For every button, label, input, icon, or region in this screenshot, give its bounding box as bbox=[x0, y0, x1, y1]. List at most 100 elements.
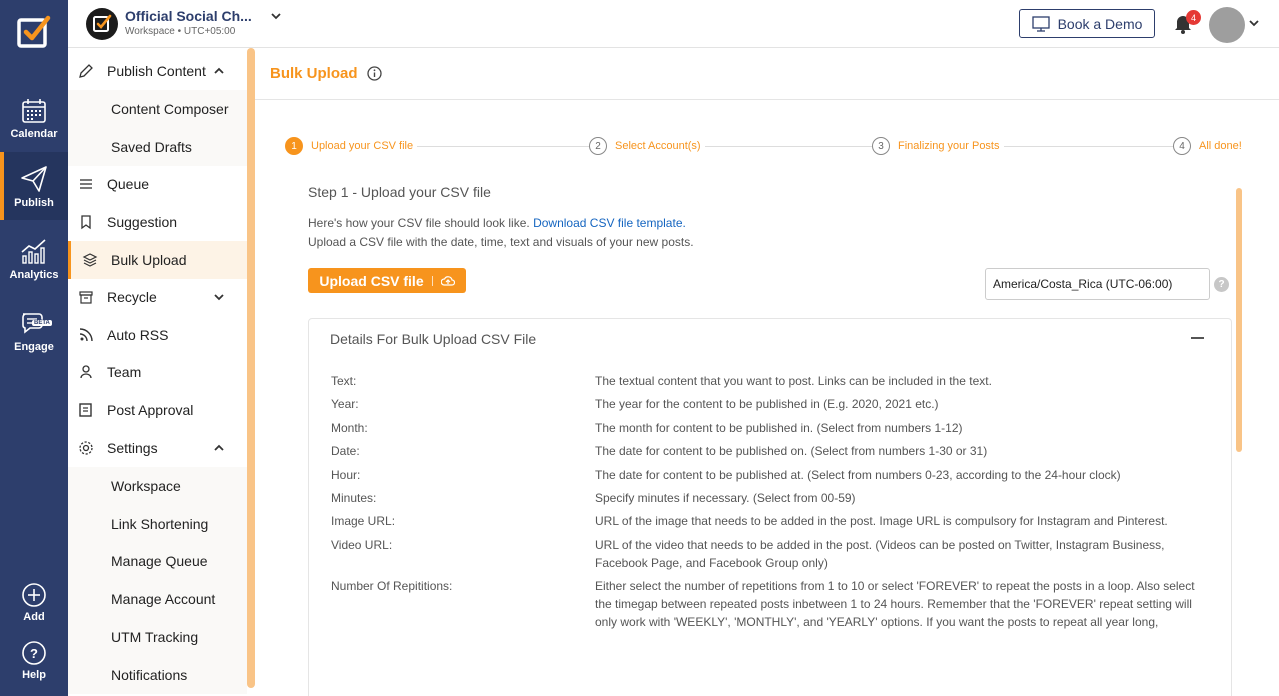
chevron-down-icon[interactable] bbox=[1248, 17, 1260, 29]
sidebar-item-manage-queue[interactable]: Manage Queue bbox=[68, 542, 247, 580]
demo-icon bbox=[1031, 15, 1050, 32]
archive-icon bbox=[79, 291, 93, 304]
sidebar-item-queue[interactable]: Queue bbox=[68, 165, 247, 203]
sidebar-item-saved-drafts[interactable]: Saved Drafts bbox=[68, 128, 247, 166]
field-label: Image URL: bbox=[331, 514, 396, 528]
list-icon bbox=[80, 179, 92, 189]
gear-icon bbox=[79, 441, 93, 455]
field-desc: URL of the image that needs to be added … bbox=[595, 514, 1168, 528]
step-upload-csv[interactable]: 1 Upload your CSV file bbox=[285, 137, 418, 155]
rss-icon bbox=[79, 328, 93, 342]
rail-label: Calendar bbox=[10, 127, 58, 140]
step-all-done[interactable]: 4 All done! bbox=[1173, 137, 1246, 155]
approval-icon bbox=[79, 403, 92, 417]
stepper-line bbox=[295, 146, 1245, 147]
chevron-up-icon bbox=[214, 67, 224, 74]
sidebar-item-utm-tracking[interactable]: UTM Tracking bbox=[68, 618, 247, 656]
pencil-icon bbox=[79, 64, 93, 78]
sidebar-item-content-composer[interactable]: Content Composer bbox=[68, 90, 247, 128]
divider bbox=[255, 99, 1279, 100]
help-circle-icon: ? bbox=[22, 640, 46, 665]
help-text: Here's how your CSV file should look lik… bbox=[308, 216, 686, 230]
beta-badge: BETA bbox=[32, 320, 52, 326]
svg-text:?: ? bbox=[30, 646, 38, 661]
csv-details-panel: Details For Bulk Upload CSV File Text: T… bbox=[308, 318, 1232, 696]
field-desc: The date for content to be published on.… bbox=[595, 444, 988, 458]
sidebar-item-bulk-upload[interactable]: Bulk Upload bbox=[68, 241, 247, 279]
field-label: Month: bbox=[331, 421, 368, 435]
book-demo-button[interactable]: Book a Demo bbox=[1019, 9, 1155, 38]
field-desc: The month for content to be published in… bbox=[595, 421, 963, 435]
field-desc: The textual content that you want to pos… bbox=[595, 374, 992, 388]
paper-plane-icon bbox=[21, 165, 47, 192]
timezone-help-icon[interactable]: ? bbox=[1214, 277, 1229, 292]
field-label: Hour: bbox=[331, 468, 361, 482]
help-text-2: Upload a CSV file with the date, time, t… bbox=[308, 235, 694, 249]
rail-item-analytics[interactable]: Analytics bbox=[0, 224, 68, 292]
plus-circle-icon bbox=[22, 582, 46, 607]
rail-label: Help bbox=[22, 668, 46, 681]
field-label: Number Of Repititions: bbox=[331, 579, 453, 593]
sidebar-item-settings[interactable]: Settings bbox=[68, 429, 247, 467]
step-finalizing-posts[interactable]: 3 Finalizing your Posts bbox=[872, 137, 1004, 155]
details-title: Details For Bulk Upload CSV File bbox=[330, 331, 537, 347]
timezone-select[interactable]: America/Costa_Rica (UTC-06:00) bbox=[985, 268, 1210, 300]
workspace-avatar[interactable] bbox=[86, 8, 118, 40]
sidebar-item-recycle[interactable]: Recycle bbox=[68, 278, 247, 316]
field-desc: Specify minutes if necessary. (Select fr… bbox=[595, 491, 856, 505]
sidebar-item-manage-account[interactable]: Manage Account bbox=[68, 580, 247, 618]
rail-item-publish[interactable]: Publish bbox=[0, 152, 68, 220]
layers-icon bbox=[82, 253, 98, 267]
sidebar-item-auto-rss[interactable]: Auto RSS bbox=[68, 316, 247, 354]
main-content: Bulk Upload 1 Upload your CSV file 2 Sel… bbox=[255, 48, 1279, 696]
sidebar-item-workspace[interactable]: Workspace bbox=[68, 467, 247, 505]
analytics-icon bbox=[21, 238, 46, 264]
sidebar: Publish Content Content Composer Saved D… bbox=[68, 48, 255, 696]
rail-label: Analytics bbox=[9, 268, 59, 281]
page-title: Bulk Upload bbox=[270, 65, 358, 82]
user-icon bbox=[80, 365, 92, 379]
workspace-name[interactable]: Official Social Ch... bbox=[125, 8, 252, 24]
rail-item-help[interactable]: ? Help bbox=[0, 626, 68, 694]
field-label: Minutes: bbox=[331, 491, 377, 505]
step-select-accounts[interactable]: 2 Select Account(s) bbox=[589, 137, 705, 155]
separator bbox=[431, 275, 433, 286]
rail-item-calendar[interactable]: Calendar bbox=[0, 84, 68, 152]
sidebar-scrollbar[interactable] bbox=[247, 48, 255, 688]
info-icon[interactable] bbox=[367, 66, 382, 81]
download-template-link[interactable]: Download CSV file template. bbox=[533, 216, 686, 230]
sidebar-item-link-shortening[interactable]: Link Shortening bbox=[68, 505, 247, 543]
chevron-down-icon bbox=[214, 294, 224, 301]
field-label: Video URL: bbox=[331, 538, 393, 552]
rail-label: Engage bbox=[14, 340, 54, 353]
user-avatar[interactable] bbox=[1209, 7, 1245, 43]
chevron-up-icon bbox=[214, 444, 224, 451]
top-bar: Official Social Ch... Workspace • UTC+05… bbox=[68, 0, 1279, 48]
chevron-down-icon[interactable] bbox=[270, 10, 282, 22]
field-desc: URL of the video that needs to be added … bbox=[595, 538, 1165, 570]
field-desc: The date for content to be published at.… bbox=[595, 468, 1121, 482]
sidebar-item-notifications[interactable]: Notifications bbox=[68, 656, 247, 694]
calendar-icon bbox=[22, 98, 46, 123]
rail-label: Add bbox=[23, 610, 45, 623]
sidebar-item-suggestion[interactable]: Suggestion bbox=[68, 203, 247, 241]
notification-badge: 4 bbox=[1186, 10, 1201, 25]
field-label: Text: bbox=[331, 374, 357, 388]
field-label: Date: bbox=[331, 444, 360, 458]
field-desc: Either select the number of repetitions … bbox=[595, 579, 1195, 629]
book-demo-label: Book a Demo bbox=[1057, 15, 1143, 32]
bookmark-icon bbox=[81, 215, 91, 230]
sidebar-item-team[interactable]: Team bbox=[68, 353, 247, 391]
left-rail: Calendar Publish Analytics BETA Engage A… bbox=[0, 0, 68, 696]
step-heading: Step 1 - Upload your CSV file bbox=[308, 184, 491, 200]
upload-cloud-icon bbox=[440, 275, 455, 286]
sidebar-item-post-approval[interactable]: Post Approval bbox=[68, 391, 247, 429]
field-desc: The year for the content to be published… bbox=[595, 397, 939, 411]
collapse-minus-icon[interactable] bbox=[1191, 337, 1204, 339]
sidebar-item-publish-content[interactable]: Publish Content bbox=[68, 52, 247, 90]
upload-csv-button[interactable]: Upload CSV file bbox=[308, 268, 466, 293]
rail-item-engage[interactable]: BETA Engage bbox=[0, 296, 68, 364]
content-scrollbar[interactable] bbox=[1236, 188, 1242, 452]
rail-label: Publish bbox=[14, 196, 54, 209]
app-logo-icon[interactable] bbox=[16, 14, 52, 50]
